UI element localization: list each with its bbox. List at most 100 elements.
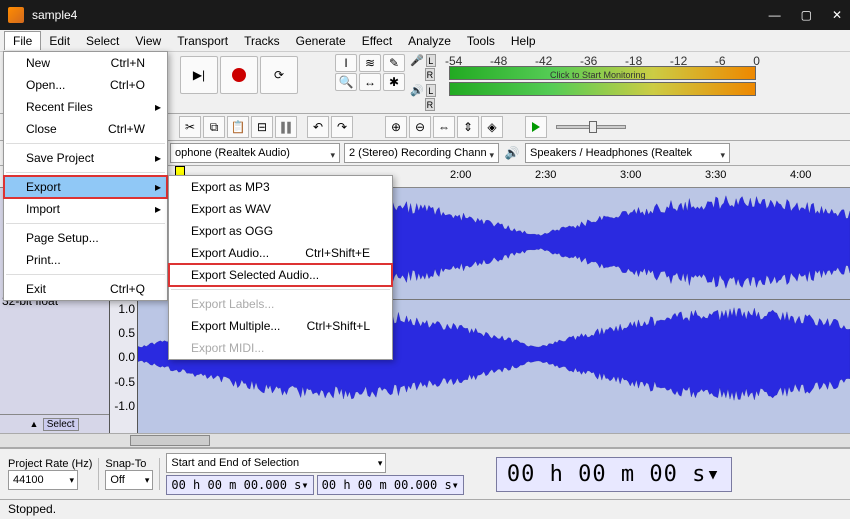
selection-tool-button[interactable]: I xyxy=(335,54,357,72)
copy-button[interactable]: ⧉ xyxy=(203,116,225,138)
app-icon xyxy=(8,7,24,23)
play-at-speed-button[interactable] xyxy=(525,116,547,138)
loop-button[interactable]: ⟳ xyxy=(260,56,298,94)
export-menu-export-as-mp-[interactable]: Export as MP3 xyxy=(169,176,392,198)
zoom-out-icon: ⊖ xyxy=(415,120,425,134)
menu-transport[interactable]: Transport xyxy=(169,32,236,50)
export-menu-export-multiple-[interactable]: Export Multiple...Ctrl+Shift+L xyxy=(169,315,392,337)
silence-button[interactable]: ∥∥ xyxy=(275,116,297,138)
fit-project-button[interactable]: ⇕ xyxy=(457,116,479,138)
draw-tool-button[interactable]: ✎ xyxy=(383,54,405,72)
menu-edit[interactable]: Edit xyxy=(41,32,78,50)
play-icon xyxy=(532,122,540,132)
export-menu-export-audio-[interactable]: Export Audio...Ctrl+Shift+E xyxy=(169,242,392,264)
project-rate-combo[interactable]: 44100 xyxy=(8,470,78,490)
start-monitoring-text[interactable]: Click to Start Monitoring xyxy=(550,70,646,80)
paste-button[interactable]: 📋 xyxy=(227,116,249,138)
playback-device-combo[interactable]: Speakers / Headphones (Realtek xyxy=(525,143,730,163)
project-rate-label: Project Rate (Hz) xyxy=(8,458,92,470)
timeshift-tool-button[interactable]: ↔ xyxy=(359,73,381,91)
maximize-button[interactable]: ▢ xyxy=(801,8,812,22)
file-menu-dropdown: NewCtrl+NOpen...Ctrl+ORecent Files▸Close… xyxy=(3,51,168,301)
recording-meter[interactable]: Click to Start Monitoring xyxy=(449,66,756,80)
zoom-toggle-icon: ◈ xyxy=(487,120,496,134)
selection-end-time[interactable]: 00 h 00 m 00.000 s▾ xyxy=(317,475,464,495)
selection-start-time[interactable]: 00 h 00 m 00.000 s▾ xyxy=(166,475,313,495)
zoom-tool-button[interactable]: 🔍 xyxy=(335,73,357,91)
loop-icon: ⟳ xyxy=(274,68,284,82)
export-menu-export-as-wav[interactable]: Export as WAV xyxy=(169,198,392,220)
file-menu-page-setup-[interactable]: Page Setup... xyxy=(4,227,167,249)
skip-end-button[interactable]: ▶| xyxy=(180,56,218,94)
speaker-meter-icon: 🔊 xyxy=(410,84,424,97)
audio-position-time[interactable]: 00 h 00 m 00 s▾ xyxy=(496,457,732,492)
fit-selection-button[interactable]: ⇔ xyxy=(433,116,455,138)
multitool-icon: ✱ xyxy=(389,75,399,89)
file-menu-print-[interactable]: Print... xyxy=(4,249,167,271)
rec-meter-r: R xyxy=(425,68,435,81)
playback-speed-slider[interactable] xyxy=(556,125,626,129)
menu-tools[interactable]: Tools xyxy=(459,32,503,50)
ruler-tick: 4:00 xyxy=(790,169,811,181)
file-menu-recent-files[interactable]: Recent Files▸ xyxy=(4,96,167,118)
multi-tool-button[interactable]: ✱ xyxy=(383,73,405,91)
ruler-tick: 2:00 xyxy=(450,169,471,181)
menu-file[interactable]: File xyxy=(4,31,41,50)
zoom-out-button[interactable]: ⊖ xyxy=(409,116,431,138)
paste-icon: 📋 xyxy=(231,120,246,134)
snap-to-label: Snap-To xyxy=(105,458,153,470)
recording-device-combo[interactable]: ophone (Realtek Audio) xyxy=(170,143,340,163)
menu-effect[interactable]: Effect xyxy=(354,32,400,50)
menu-tracks[interactable]: Tracks xyxy=(236,32,288,50)
export-menu-export-as-ogg[interactable]: Export as OGG xyxy=(169,220,392,242)
undo-button[interactable]: ↶ xyxy=(307,116,329,138)
export-submenu: Export as MP3Export as WAVExport as OGGE… xyxy=(168,175,393,360)
menu-help[interactable]: Help xyxy=(503,32,544,50)
trim-button[interactable]: ⊟ xyxy=(251,116,273,138)
selection-mode-combo[interactable]: Start and End of Selection xyxy=(166,453,386,473)
ruler-tick: 3:00 xyxy=(620,169,641,181)
redo-icon: ↷ xyxy=(337,120,347,134)
rec-meter-l: L xyxy=(426,54,436,67)
file-menu-close[interactable]: CloseCtrl+W xyxy=(4,118,167,140)
file-menu-open-[interactable]: Open...Ctrl+O xyxy=(4,74,167,96)
file-menu-export[interactable]: Export▸ xyxy=(4,176,167,198)
file-menu-save-project[interactable]: Save Project▸ xyxy=(4,147,167,169)
close-button[interactable]: ✕ xyxy=(832,8,842,22)
file-menu-new[interactable]: NewCtrl+N xyxy=(4,52,167,74)
fit-sel-icon: ⇔ xyxy=(438,120,450,134)
selection-toolbar: Project Rate (Hz) 44100 Snap-To Off Star… xyxy=(0,448,850,499)
play-meter-r: R xyxy=(425,98,435,111)
track-select-button[interactable]: Select xyxy=(43,418,79,431)
export-menu-export-labels-: Export Labels... xyxy=(169,293,392,315)
zoom-in-icon: ⊕ xyxy=(391,120,401,134)
zoom-in-button[interactable]: ⊕ xyxy=(385,116,407,138)
cut-button[interactable]: ✂ xyxy=(179,116,201,138)
menu-generate[interactable]: Generate xyxy=(288,32,354,50)
redo-button[interactable]: ↷ xyxy=(331,116,353,138)
zoom-toggle-button[interactable]: ◈ xyxy=(481,116,503,138)
timeshift-icon: ↔ xyxy=(364,75,376,89)
play-meter-l: L xyxy=(426,84,436,97)
recording-channels-combo[interactable]: 2 (Stereo) Recording Chann xyxy=(344,143,499,163)
menu-select[interactable]: Select xyxy=(78,32,127,50)
copy-icon: ⧉ xyxy=(210,120,219,135)
file-menu-import[interactable]: Import▸ xyxy=(4,198,167,220)
snap-to-combo[interactable]: Off xyxy=(105,470,153,490)
silence-icon: ∥∥ xyxy=(280,120,292,134)
menu-view[interactable]: View xyxy=(127,32,169,50)
envelope-tool-button[interactable]: ≋ xyxy=(359,54,381,72)
minimize-button[interactable]: — xyxy=(769,8,781,22)
playback-meter[interactable] xyxy=(449,82,756,96)
record-button[interactable] xyxy=(220,56,258,94)
export-menu-export-selected-audio-[interactable]: Export Selected Audio... xyxy=(169,264,392,286)
file-menu-exit[interactable]: ExitCtrl+Q xyxy=(4,278,167,300)
status-bar: Stopped. xyxy=(0,499,850,519)
scissors-icon: ✂ xyxy=(185,120,195,134)
ruler-tick: 3:30 xyxy=(705,169,726,181)
envelope-icon: ≋ xyxy=(365,56,375,70)
horizontal-scrollbar[interactable] xyxy=(0,433,850,448)
record-icon xyxy=(232,68,246,82)
window-title: sample4 xyxy=(32,8,769,22)
menu-analyze[interactable]: Analyze xyxy=(400,32,459,50)
